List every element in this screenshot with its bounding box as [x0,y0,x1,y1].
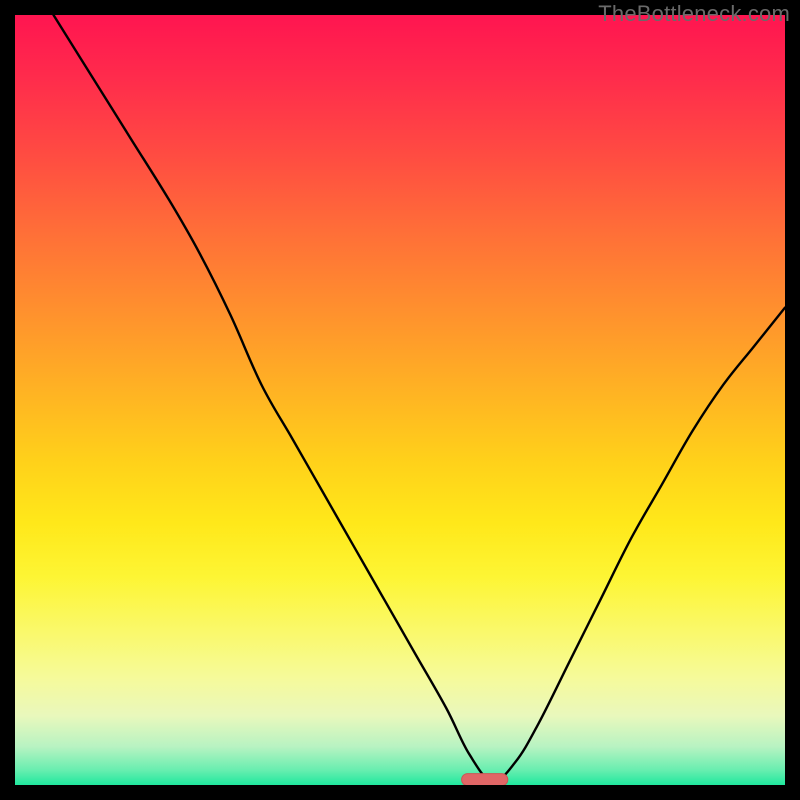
plot-area [15,15,785,785]
optimal-marker [462,774,508,785]
bottleneck-curve [54,15,786,781]
watermark-text: TheBottleneck.com [598,1,790,27]
chart-frame: TheBottleneck.com [0,0,800,800]
curve-layer [15,15,785,785]
